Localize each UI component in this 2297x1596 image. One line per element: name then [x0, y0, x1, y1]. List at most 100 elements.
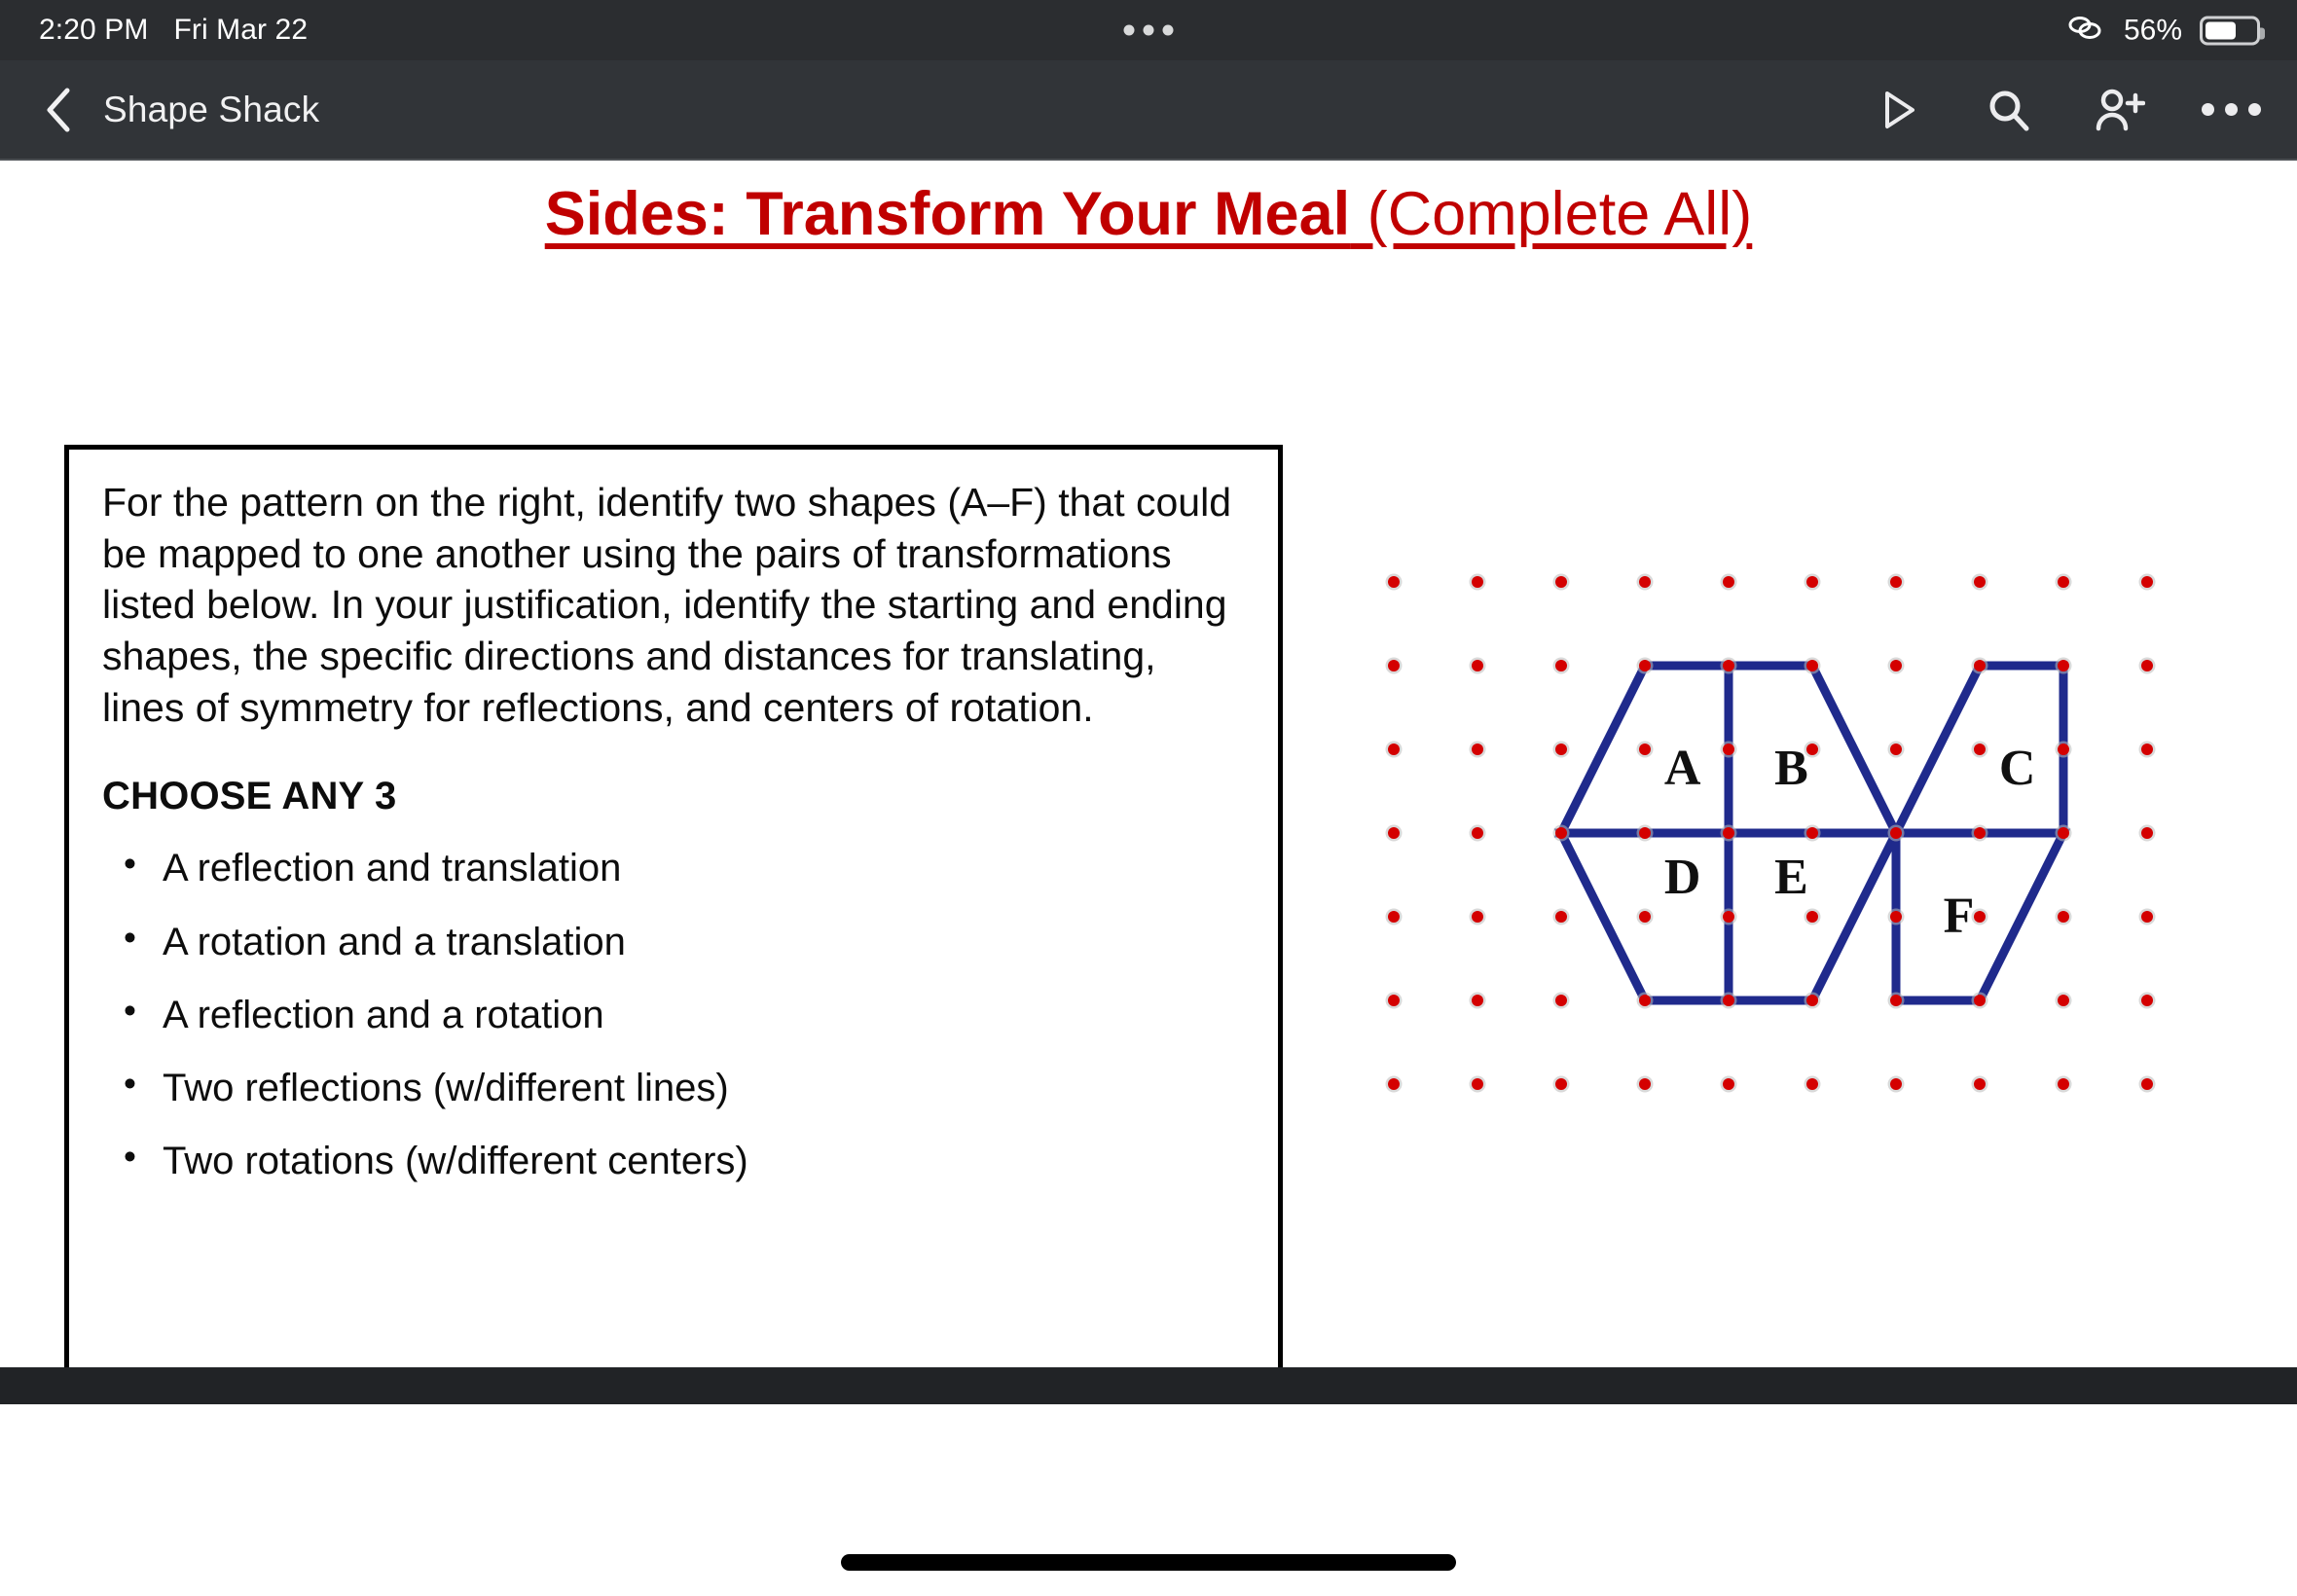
status-date: Fri Mar 22	[173, 14, 309, 46]
shape-label-b: B	[1774, 741, 1808, 796]
grid-dot	[1806, 660, 1818, 671]
shape-label-c: C	[1999, 741, 2036, 796]
share-collaborate-button[interactable]	[2095, 85, 2145, 135]
grid-dot	[1388, 995, 1400, 1006]
grid-dot	[1890, 660, 1902, 671]
grid-dot	[2141, 660, 2153, 671]
search-button[interactable]	[1984, 85, 2034, 135]
slide-title-normal: (Complete All)	[1350, 180, 1753, 248]
grid-dot	[1555, 576, 1567, 588]
grid-dot	[2058, 1078, 2069, 1090]
slide-canvas: Sides: Transform Your Meal (Complete All…	[0, 161, 2297, 1377]
grid-dot	[1639, 995, 1651, 1006]
grid-dot	[1472, 911, 1483, 923]
battery-percent-label: 56%	[2123, 14, 2182, 46]
grid-dot	[1388, 1078, 1400, 1090]
transformation-pairs-list: A reflection and translation A rotation …	[102, 843, 1243, 1184]
grid-dot	[2141, 995, 2153, 1006]
dynamic-island-dots	[1123, 24, 1174, 36]
dot-grid-diagram: A B C D E F	[1385, 573, 2156, 1093]
home-indicator[interactable]	[841, 1554, 1456, 1571]
status-time: 2:20 PM	[39, 14, 149, 46]
ios-status-bar: 2:20 PM Fri Mar 22 56%	[0, 0, 2297, 60]
grid-dot	[2141, 744, 2153, 755]
grid-dot	[1890, 911, 1902, 923]
chevron-left-icon	[47, 88, 70, 131]
more-options-button[interactable]	[2201, 85, 2261, 135]
more-icon	[2201, 103, 2261, 116]
list-item: Two rotations (w/different centers)	[102, 1136, 1243, 1184]
grid-dot	[1890, 995, 1902, 1006]
grid-dot	[1974, 1078, 1986, 1090]
app-nav-bar: Shape Shack	[0, 60, 2297, 161]
back-button[interactable]	[33, 85, 84, 135]
grid-dot	[1472, 995, 1483, 1006]
grid-dot	[1806, 576, 1818, 588]
grid-dot	[1555, 995, 1567, 1006]
grid-dot	[1806, 995, 1818, 1006]
grid-dot	[2141, 576, 2153, 588]
grid-dot	[1472, 1078, 1483, 1090]
grid-dot	[1472, 827, 1483, 839]
shape-label-a: A	[1664, 741, 1701, 796]
grid-dot	[1890, 576, 1902, 588]
grid-dot	[2058, 744, 2069, 755]
nav-actions	[1873, 85, 2261, 135]
grid-dot	[2058, 660, 2069, 671]
search-icon	[1989, 91, 2029, 130]
grid-dot	[1806, 827, 1818, 839]
present-button[interactable]	[1873, 85, 1923, 135]
grid-dot	[1388, 911, 1400, 923]
grid-dot	[2058, 827, 2069, 839]
grid-dot	[1639, 576, 1651, 588]
grid-dot	[1890, 744, 1902, 755]
screen-root: 2:20 PM Fri Mar 22 56% Shape Shack Sides…	[0, 0, 2297, 1596]
bottom-toolbar	[0, 1367, 2297, 1404]
grid-dot	[2058, 576, 2069, 588]
shape-label-d: D	[1664, 850, 1701, 905]
grid-dot	[2058, 995, 2069, 1006]
choose-any-heading: CHOOSE ANY 3	[102, 775, 397, 818]
document-title: Shape Shack	[103, 89, 320, 129]
grid-dot	[1388, 660, 1400, 671]
grid-dot	[2141, 1078, 2153, 1090]
grid-dot	[1388, 744, 1400, 755]
grid-dot	[1723, 744, 1734, 755]
grid-dot	[1723, 827, 1734, 839]
grid-dot	[1723, 1078, 1734, 1090]
status-bar-right: 56%	[2065, 14, 2265, 48]
grid-dot	[1555, 827, 1567, 839]
grid-dot	[1639, 911, 1651, 923]
screen-mirroring-icon	[2065, 14, 2106, 48]
grid-dot	[1639, 1078, 1651, 1090]
grid-dot	[1974, 911, 1986, 923]
battery-icon	[2200, 16, 2265, 45]
grid-dot	[1806, 1078, 1818, 1090]
grid-dot	[1639, 660, 1651, 671]
grid-dot	[1472, 576, 1483, 588]
grid-dot	[1555, 744, 1567, 755]
list-item: Two reflections (w/different lines)	[102, 1063, 1243, 1111]
list-item: A reflection and translation	[102, 843, 1243, 891]
grid-dot	[1388, 576, 1400, 588]
question-text-box: For the pattern on the right, identify t…	[64, 445, 1283, 1377]
grid-dot	[1974, 660, 1986, 671]
grid-dot	[1472, 744, 1483, 755]
shape-label-f: F	[1944, 888, 1975, 943]
page-background-lower	[0, 1404, 2297, 1596]
grid-dot	[2141, 827, 2153, 839]
grid-dot	[1723, 995, 1734, 1006]
slide-title: Sides: Transform Your Meal (Complete All…	[0, 180, 2297, 249]
grid-dot	[1974, 744, 1986, 755]
grid-dot	[1723, 660, 1734, 671]
question-paragraph: For the pattern on the right, identify t…	[102, 480, 1232, 730]
grid-dot	[1974, 995, 1986, 1006]
grid-dot	[1723, 576, 1734, 588]
grid-dot	[1723, 911, 1734, 923]
grid-dot	[1639, 744, 1651, 755]
list-item: A reflection and a rotation	[102, 990, 1243, 1038]
grid-dot	[1472, 660, 1483, 671]
grid-dot	[1890, 1078, 1902, 1090]
shape-label-e: E	[1774, 850, 1808, 905]
grid-dot	[1555, 1078, 1567, 1090]
